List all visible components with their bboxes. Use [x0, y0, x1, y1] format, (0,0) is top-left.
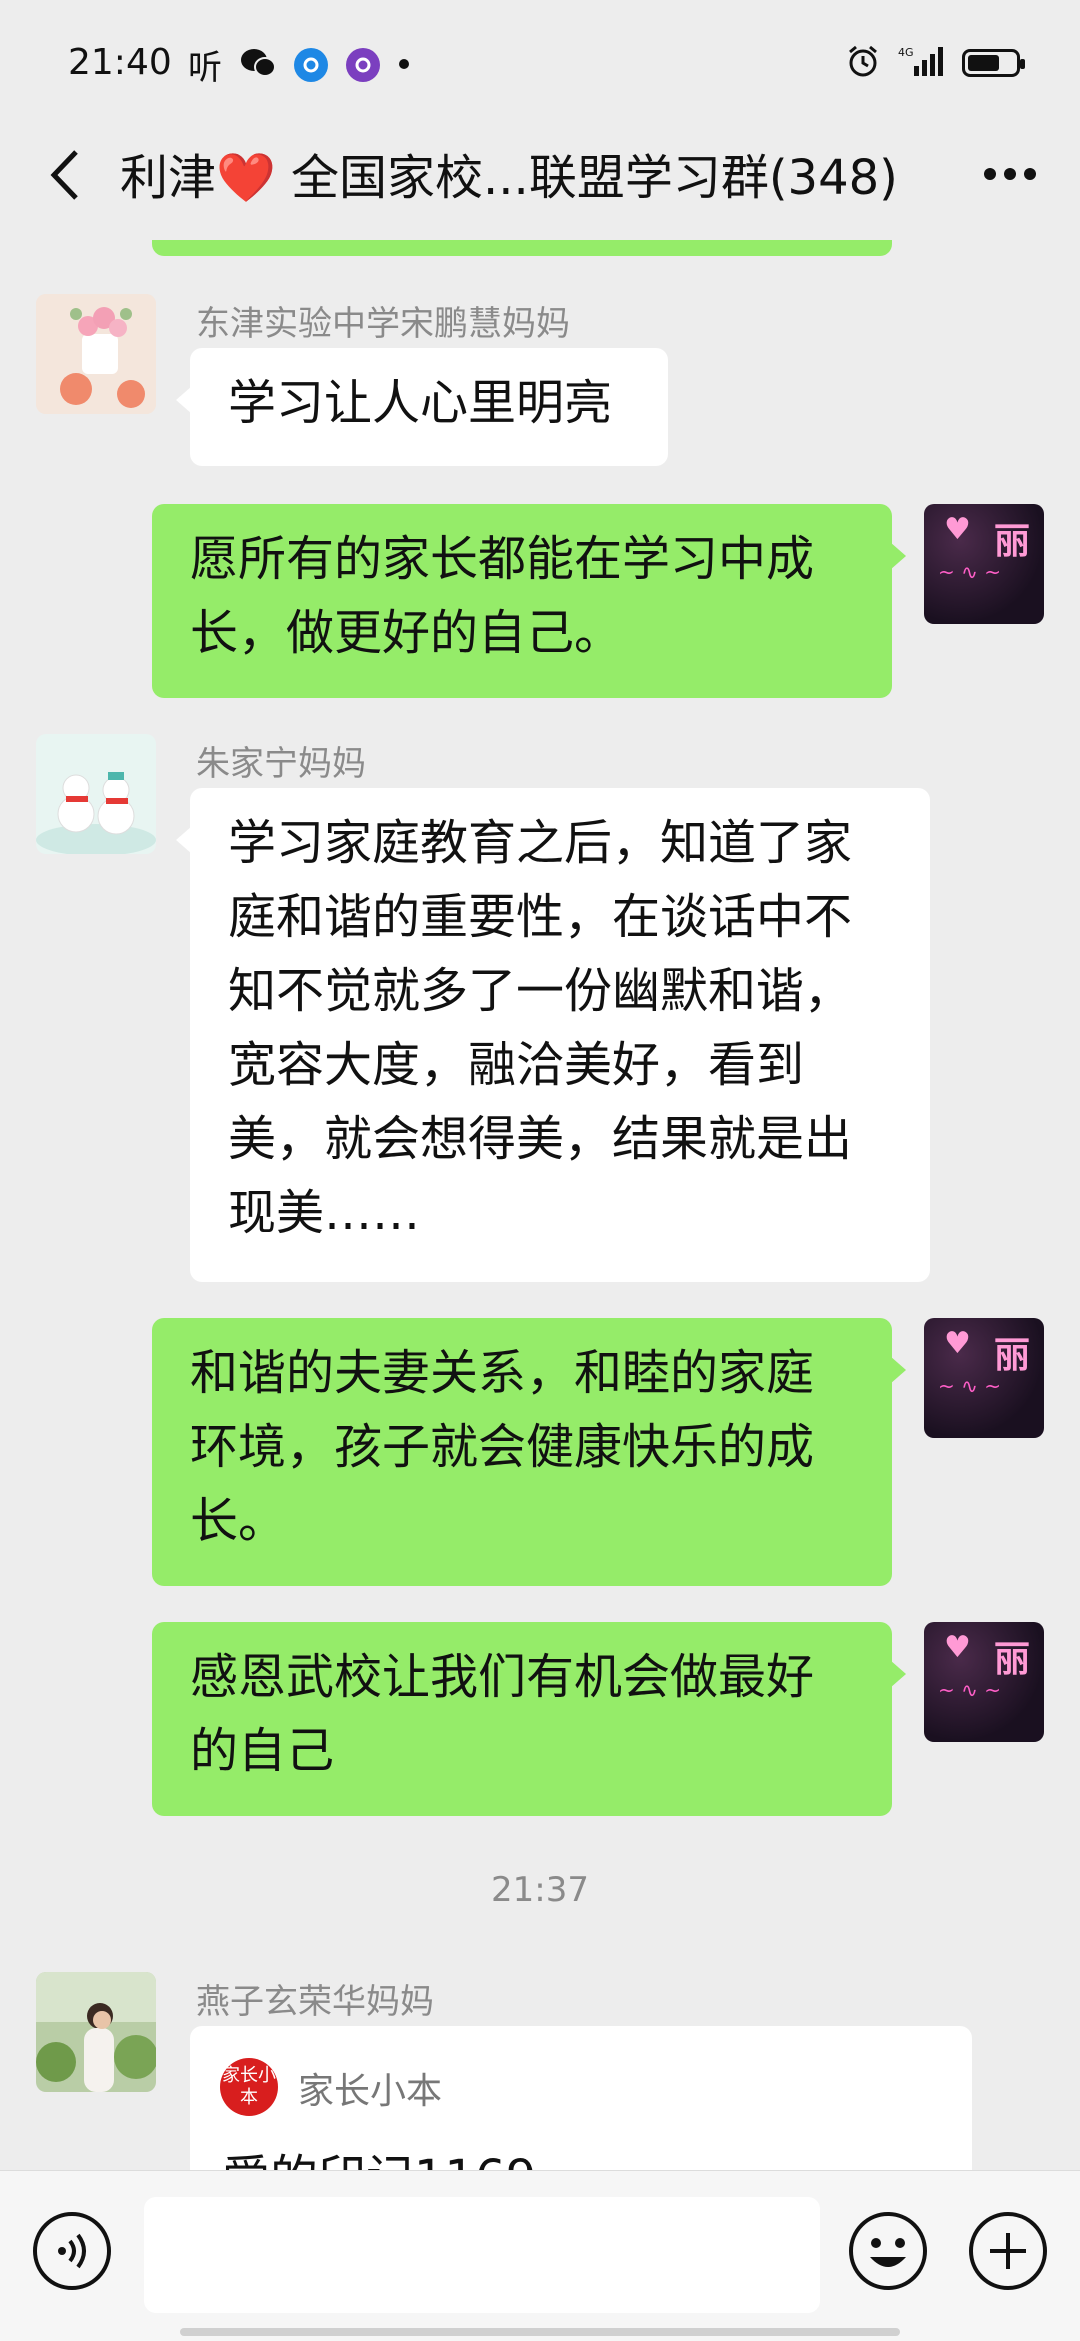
chat-title-prefix: 利津	[120, 150, 217, 206]
sender-name: 朱家宁妈妈	[196, 744, 366, 784]
message-bubble[interactable]: 感恩武校让我们有机会做最好的自己	[152, 1622, 906, 1816]
message-bubble[interactable]: 和谐的夫妻关系，和睦的家庭环境，孩子就会健康快乐的成长。	[152, 1318, 906, 1586]
status-icons-right: 4G	[846, 44, 1025, 82]
card-title: 爱的印记1169	[222, 2138, 536, 2170]
time-separator: 21:37	[491, 1870, 589, 1910]
app-icon	[346, 47, 380, 82]
message-bubble-partial	[152, 240, 892, 256]
chat-header: 利津❤️ 全国家校...联盟学习群(348)	[0, 110, 1080, 240]
signal-icon: 4G	[898, 44, 944, 82]
self-avatar-char: 丽	[993, 1639, 1030, 1680]
neon-script-icon: ~ ∿ ~	[938, 1374, 1001, 1398]
heart-icon: ♥	[944, 1326, 971, 1361]
avatar[interactable]	[36, 734, 156, 854]
card-source-name: 家长小本	[298, 2071, 443, 2112]
shared-article-card[interactable]: 家长小本 家长小本 爱的印记1169	[190, 2026, 972, 2170]
message-bubble[interactable]: 愿所有的家长都能在学习中成长，做更好的自己。	[152, 504, 906, 698]
message-input[interactable]	[144, 2197, 820, 2313]
voice-input-button[interactable]	[30, 2209, 114, 2293]
status-icons-left: 听	[188, 40, 410, 89]
battery-icon	[962, 49, 1025, 77]
self-avatar[interactable]: ♥ 丽 ~ ∿ ~	[924, 1318, 1044, 1438]
back-icon[interactable]	[38, 140, 98, 210]
emoji-button[interactable]	[846, 2209, 930, 2293]
alarm-icon	[846, 44, 880, 82]
neon-script-icon: ~ ∿ ~	[938, 1678, 1001, 1702]
self-avatar-char: 丽	[993, 1335, 1030, 1376]
chat-title: 利津❤️ 全国家校...联盟学习群(348)	[120, 138, 898, 208]
neon-script-icon: ~ ∿ ~	[938, 560, 1001, 584]
notification-dot-icon	[398, 55, 410, 74]
browser-icon	[294, 47, 328, 82]
avatar[interactable]	[36, 1972, 156, 2092]
self-avatar[interactable]: ♥ 丽 ~ ∿ ~	[924, 1622, 1044, 1742]
message-bubble[interactable]: 学习让人心里明亮	[176, 348, 668, 466]
avatar[interactable]	[36, 294, 156, 414]
listen-app-icon: 听	[188, 48, 222, 88]
card-source-logo: 家长小本	[220, 2058, 278, 2116]
self-avatar-char: 丽	[993, 521, 1030, 562]
sender-name: 东津实验中学宋鹏慧妈妈	[196, 304, 570, 344]
home-indicator	[180, 2328, 900, 2336]
input-bar	[0, 2170, 1080, 2341]
chat-message-list[interactable]: 东津实验中学宋鹏慧妈妈 学习让人心里明亮 愿所有的家长都能在学习中成长，做更好的…	[0, 240, 1080, 2170]
svg-text:4G: 4G	[898, 46, 914, 59]
heart-icon: ❤️	[216, 150, 276, 206]
chat-title-suffix: 全国家校...联盟学习群(348)	[275, 150, 898, 206]
status-bar: 21:40 听 4G	[0, 0, 1080, 110]
message-bubble[interactable]: 学习家庭教育之后，知道了家庭和谐的重要性，在谈话中不知不觉就多了一份幽默和谐，宽…	[176, 788, 930, 1282]
heart-icon: ♥	[944, 1630, 971, 1665]
more-actions-button[interactable]	[966, 2209, 1050, 2293]
status-time: 21:40	[68, 42, 172, 83]
self-avatar[interactable]: ♥ 丽 ~ ∿ ~	[924, 504, 1044, 624]
sender-name: 燕子玄荣华妈妈	[196, 1982, 434, 2022]
heart-icon: ♥	[944, 512, 971, 547]
more-icon[interactable]	[970, 144, 1050, 204]
wechat-icon	[240, 47, 276, 83]
